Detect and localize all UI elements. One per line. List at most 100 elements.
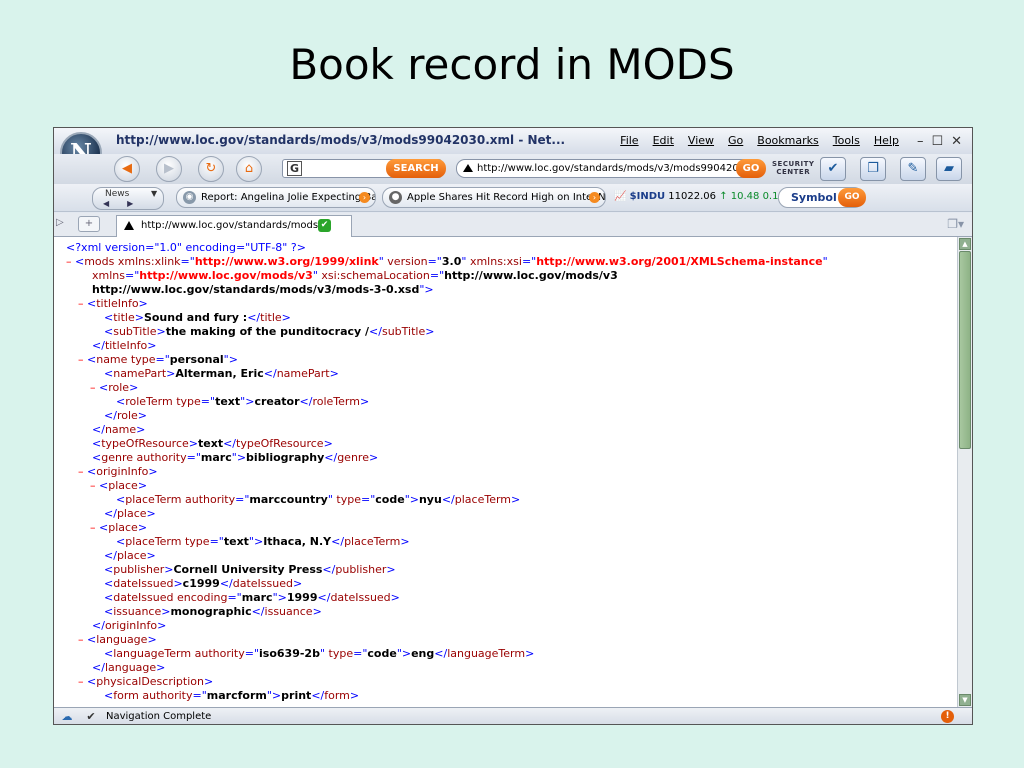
window-title: http://www.loc.gov/standards/mods/v3/mod…: [116, 133, 566, 147]
page-arrow-icon: [463, 164, 473, 172]
collapse-toggle[interactable]: –: [78, 465, 84, 478]
ticker-1-dot-icon: ›: [359, 192, 370, 203]
menu-edit[interactable]: Edit: [653, 134, 674, 149]
xml-line: – <place>: [90, 479, 148, 492]
tabs-menu-icon[interactable]: ❐▾: [947, 217, 964, 231]
collapse-toggle[interactable]: –: [90, 521, 96, 534]
symbol-go-button[interactable]: GO: [838, 188, 866, 207]
xml-line: – <titleInfo>: [78, 297, 148, 310]
xml-line: <issuance>monographic</issuance>: [104, 605, 322, 618]
xml-line: </originInfo>: [92, 619, 167, 632]
stock-symbol: $INDU: [629, 191, 666, 202]
security-check-icon: ✔: [86, 710, 96, 723]
browser-window: http://www.loc.gov/standards/mods/v3/mod…: [53, 127, 973, 725]
menu-bar: File Edit View Go Bookmarks Tools Help –…: [620, 134, 962, 149]
xml-line: – <name type="personal">: [78, 353, 238, 366]
search-button[interactable]: SEARCH: [386, 159, 446, 178]
vertical-scrollbar[interactable]: ▲ ▼: [957, 237, 972, 707]
ticker-1-text: Report: Angelina Jolie Expecting Baby: [201, 192, 376, 203]
reload-icon[interactable]: ↻: [198, 156, 224, 182]
menu-file[interactable]: File: [620, 134, 638, 149]
xml-line: <placeTerm type="text">Ithaca, N.Y</plac…: [116, 535, 410, 548]
xml-line: <genre authority="marc">bibliography</ge…: [92, 451, 379, 464]
minimize-icon[interactable]: –: [917, 134, 924, 149]
scroll-down-icon[interactable]: ▼: [959, 694, 971, 706]
xml-line: <typeOfResource>text</typeOfResource>: [92, 437, 333, 450]
security-center-button[interactable]: SECURITY CENTER: [772, 160, 814, 176]
xml-line: – <originInfo>: [78, 465, 158, 478]
menu-help[interactable]: Help: [874, 134, 899, 149]
stock-change: ↑ 10.48 0.10: [719, 191, 785, 202]
status-text: Navigation Complete: [106, 711, 212, 722]
menu-bookmarks[interactable]: Bookmarks: [757, 134, 818, 149]
xml-content: <?xml version="1.0" encoding="UTF-8" ?> …: [54, 237, 957, 707]
xml-line: http://www.loc.gov/standards/mods/v3/mod…: [92, 283, 434, 296]
tab-mods[interactable]: http://www.loc.gov/standards/mods/... ✔: [116, 215, 352, 237]
sidebar-toggle-icon[interactable]: ▷: [56, 217, 64, 228]
news-arrows-icon[interactable]: ◀▶: [103, 199, 151, 208]
eraser-icon[interactable]: ▰: [936, 157, 962, 181]
new-tab-icon[interactable]: +: [78, 216, 100, 232]
news-label: News: [105, 189, 130, 199]
collapse-toggle[interactable]: –: [78, 633, 84, 646]
xml-line: <form authority="marcform">print</form>: [104, 689, 360, 702]
xml-line: <placeTerm authority="marccountry" type=…: [116, 493, 521, 506]
xml-line: </place>: [104, 507, 156, 520]
title-bar: http://www.loc.gov/standards/mods/v3/mod…: [54, 128, 972, 154]
collapse-toggle[interactable]: –: [90, 381, 96, 394]
scroll-up-icon[interactable]: ▲: [959, 238, 971, 250]
close-icon[interactable]: ✕: [951, 134, 962, 149]
menu-go[interactable]: Go: [728, 134, 743, 149]
menu-tools[interactable]: Tools: [833, 134, 860, 149]
go-button[interactable]: GO: [736, 159, 766, 178]
xml-line: – <physicalDescription>: [78, 675, 214, 688]
collapse-toggle[interactable]: –: [66, 255, 72, 268]
home-icon[interactable]: ⌂: [236, 156, 262, 182]
url-field[interactable]: http://www.loc.gov/standards/mods/v3/mod…: [456, 159, 764, 178]
ticker-2-text: Apple Shares Hit Record High on Intel N: [407, 192, 606, 203]
xml-line: xmlns="http://www.loc.gov/mods/v3" xsi:s…: [92, 269, 618, 282]
security-label-2: CENTER: [776, 168, 811, 176]
status-bar: ☁ ✔ Navigation Complete !: [54, 707, 972, 724]
tab-label: http://www.loc.gov/standards/mods/...: [141, 220, 332, 231]
stock-quote[interactable]: 📈 $INDU 11022.06 ↑ 10.48 0.10: [614, 191, 785, 202]
news-toolbar: News ▼ ◀▶ ◉ Report: Angelina Jolie Expec…: [54, 184, 972, 212]
xml-line: </place>: [104, 549, 156, 562]
xml-line: <subTitle>the making of the punditocracy…: [104, 325, 435, 338]
windows-icon[interactable]: ❐: [860, 157, 886, 181]
back-arrow-icon[interactable]: ◀: [114, 156, 140, 182]
chart-icon: 📈: [614, 191, 627, 202]
xml-line: – <role>: [90, 381, 139, 394]
xml-line: – <place>: [90, 521, 148, 534]
news-globe-icon: ◉: [183, 191, 196, 204]
shield-icon: ✔: [318, 219, 331, 232]
scroll-thumb[interactable]: [959, 251, 971, 449]
xml-line: – <mods xmlns:xlink="http://www.w3.org/1…: [66, 255, 828, 268]
xml-line: </titleInfo>: [92, 339, 157, 352]
news-ticker-1[interactable]: ◉ Report: Angelina Jolie Expecting Baby …: [176, 187, 376, 208]
xml-line: </name>: [92, 423, 146, 436]
menu-view[interactable]: View: [688, 134, 714, 149]
stock-value: 11022.06: [668, 191, 717, 202]
collapse-toggle[interactable]: –: [90, 479, 96, 492]
maximize-icon[interactable]: ☐: [931, 134, 943, 149]
pencil-icon[interactable]: ✎: [900, 157, 926, 181]
collapse-toggle[interactable]: –: [78, 675, 84, 688]
navigation-toolbar: ◀ ▶ ↻ ⌂ G SEARCH http://www.loc.gov/stan…: [54, 154, 972, 184]
alert-icon[interactable]: !: [941, 710, 954, 723]
collapse-toggle[interactable]: –: [78, 297, 84, 310]
xml-line: <roleTerm type="text">creator</roleTerm>: [116, 395, 370, 408]
shield-check-icon[interactable]: ✔: [820, 157, 846, 181]
news-dropdown[interactable]: News ▼ ◀▶: [92, 187, 164, 210]
collapse-toggle[interactable]: –: [78, 353, 84, 366]
url-text: http://www.loc.gov/standards/mods/v3/mod…: [477, 163, 752, 174]
forward-arrow-icon[interactable]: ▶: [156, 156, 182, 182]
security-label-1: SECURITY: [772, 160, 815, 168]
xml-line: <namePart>Alterman, Eric</namePart>: [104, 367, 339, 380]
news-ticker-2[interactable]: ● Apple Shares Hit Record High on Intel …: [382, 187, 606, 208]
xml-line: – <language>: [78, 633, 157, 646]
xml-line: <dateIssued>c1999</dateIssued>: [104, 577, 303, 590]
network-icon: ☁: [61, 710, 73, 723]
xml-line: <dateIssued encoding="marc">1999</dateIs…: [104, 591, 400, 604]
slide-title: Book record in MODS: [289, 40, 735, 89]
